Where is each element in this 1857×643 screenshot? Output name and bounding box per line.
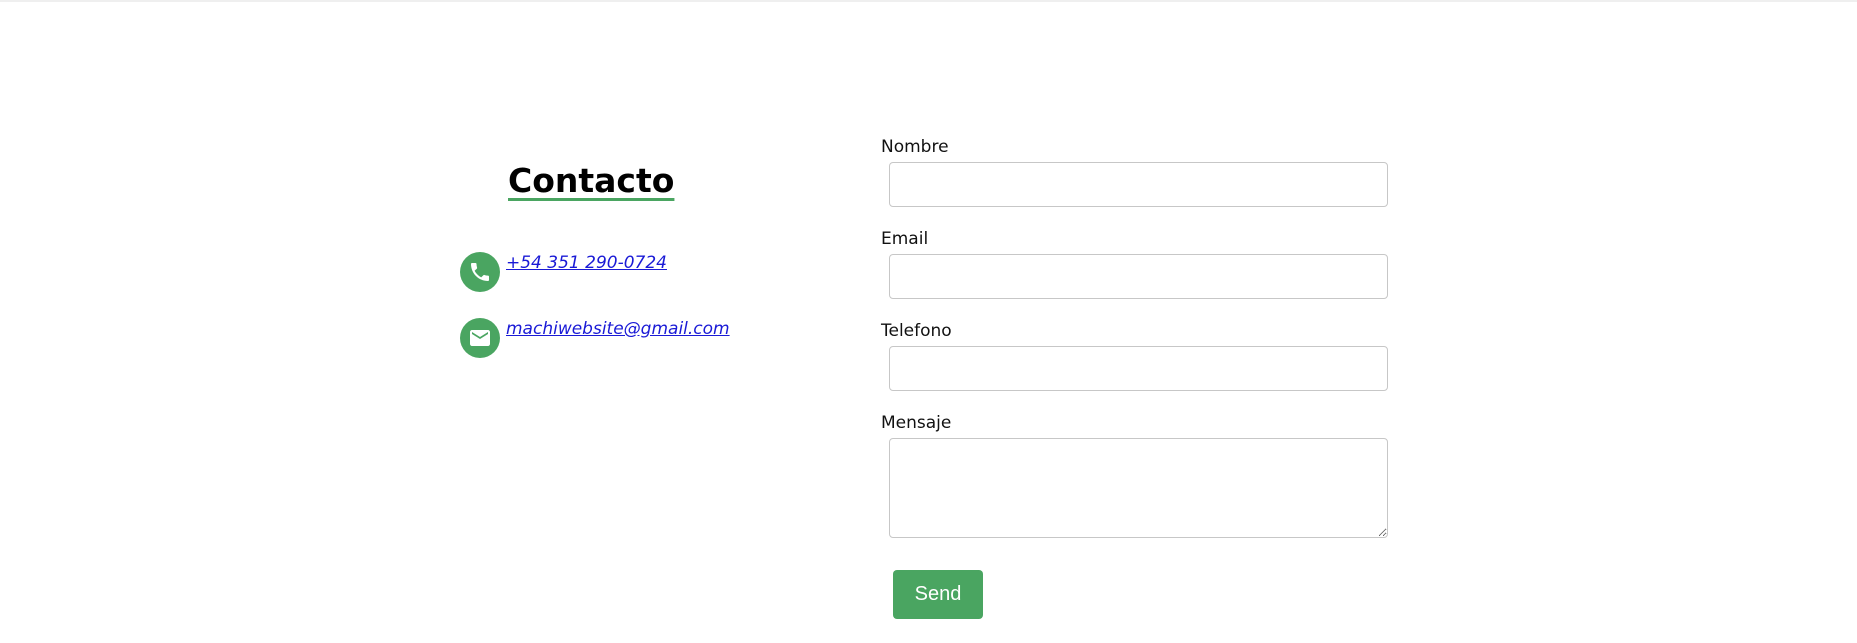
message-field-group: Mensaje (881, 412, 1391, 538)
name-label: Nombre (881, 137, 949, 157)
contact-form: Nombre Email Telefono Mensaje Send (881, 136, 1391, 619)
message-label: Mensaje (881, 413, 952, 433)
email-input[interactable] (889, 254, 1388, 299)
phone-input[interactable] (889, 346, 1388, 391)
name-input[interactable] (889, 162, 1388, 207)
email-label: Email (881, 229, 929, 249)
phone-label: Telefono (881, 321, 952, 341)
name-field-group: Nombre (881, 136, 1391, 207)
contact-email-row: machiwebsite@gmail.com (460, 318, 730, 358)
send-button[interactable]: Send (893, 570, 983, 619)
top-divider (0, 0, 1857, 2)
contact-heading: Contacto (508, 161, 675, 200)
phone-link[interactable]: +54 351 290-0724 (506, 253, 667, 273)
message-textarea[interactable] (889, 438, 1388, 538)
phone-field-group: Telefono (881, 320, 1391, 391)
email-field-group: Email (881, 228, 1391, 299)
mail-icon (460, 318, 500, 358)
email-link[interactable]: machiwebsite@gmail.com (506, 319, 730, 339)
phone-icon (460, 252, 500, 292)
contact-phone-row: +54 351 290-0724 (460, 252, 667, 292)
